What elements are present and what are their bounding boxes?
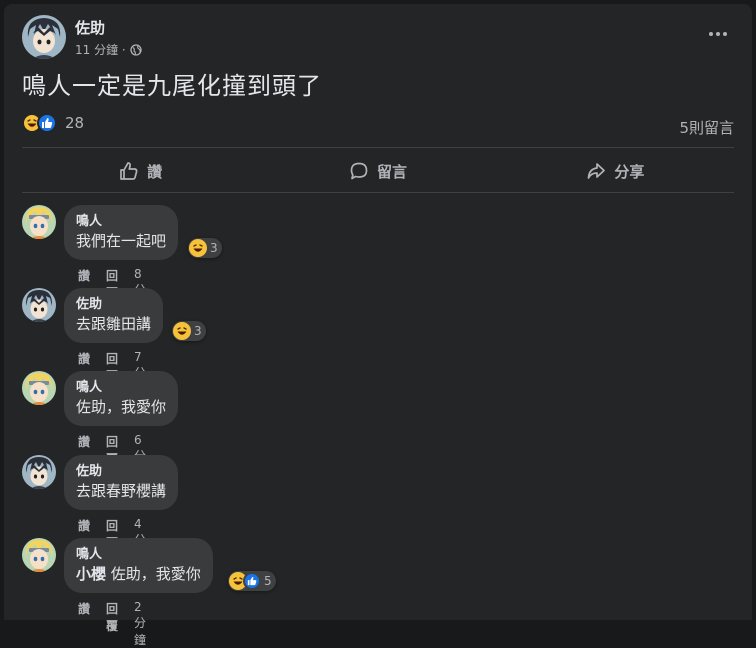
like-button[interactable]: 讚 <box>22 150 259 192</box>
comment-body: 去跟雛田講 <box>76 315 152 333</box>
commenter-avatar[interactable] <box>22 371 56 405</box>
comment-bubble: 鳴人 小櫻 佐助，我愛你 <box>64 538 213 593</box>
comment-actions: 讚回覆 2分鐘 <box>78 600 146 648</box>
comment-reactions[interactable]: 3 <box>172 321 206 341</box>
comment-time[interactable]: 2分鐘 <box>134 600 146 648</box>
author-avatar[interactable] <box>22 15 66 59</box>
commenter-avatar[interactable] <box>22 288 56 322</box>
reaction-count: 28 <box>65 114 85 132</box>
post-action-bar: 讚 留言 分享 <box>22 150 734 192</box>
commenter-name[interactable]: 佐助 <box>76 296 151 313</box>
comment-reaction-count: 3 <box>194 324 202 338</box>
comment-reactions[interactable]: 5 <box>228 571 276 591</box>
comment-button[interactable]: 留言 <box>259 150 496 192</box>
comment-reactions[interactable]: 3 <box>188 238 222 258</box>
comment-bubble: 鳴人佐助，我愛你 <box>64 371 179 426</box>
share-button[interactable]: 分享 <box>497 150 734 192</box>
like-button-label: 讚 <box>147 162 163 181</box>
comment-body: 佐助，我愛你 <box>76 398 167 416</box>
commenter-avatar[interactable] <box>22 455 56 489</box>
commenter-name[interactable]: 鳴人 <box>76 379 166 396</box>
haha-reaction-icon <box>173 322 191 340</box>
comment-body: 佐助，我愛你 <box>106 565 201 583</box>
like-reaction-icon <box>37 113 57 133</box>
comment-bubble: 佐助 去跟春野櫻講 <box>64 455 179 510</box>
comment-bubble: 佐助 去跟雛田講 <box>64 288 164 343</box>
post-time[interactable]: 11 分鐘 · <box>75 41 126 58</box>
comment-count-link[interactable]: 5則留言 <box>679 117 734 138</box>
more-options-icon[interactable] <box>706 26 730 42</box>
commenter-name[interactable]: 佐助 <box>76 463 166 480</box>
share-button-label: 分享 <box>614 162 645 181</box>
comment-text: 去跟雛田講 <box>76 313 151 335</box>
comment-text: 小櫻 佐助，我愛你 <box>76 563 201 585</box>
commenter-avatar[interactable] <box>22 205 56 239</box>
post-text: 鳴人一定是九尾化撞到頭了 <box>22 72 322 100</box>
comment-body: 我們在一起吧 <box>76 232 167 250</box>
divider <box>22 192 734 193</box>
commenter-name[interactable]: 鳴人 <box>76 546 201 563</box>
author-name[interactable]: 佐助 <box>75 17 105 38</box>
like-reaction-icon <box>243 572 261 590</box>
share-icon <box>587 163 606 179</box>
thumbs-up-icon <box>120 162 138 180</box>
comment-reply-link[interactable]: 回覆 <box>106 600 118 648</box>
comment-mention[interactable]: 小櫻 <box>76 565 106 583</box>
comment-text: 去跟春野櫻講 <box>76 480 166 502</box>
haha-reaction-icon <box>189 239 207 257</box>
post-meta: 11 分鐘 · <box>75 41 142 58</box>
divider <box>22 147 734 148</box>
post-card: 佐助 11 分鐘 · 鳴人一定是九尾化撞到頭了 28 5則留言 讚 留言 分享 <box>4 4 752 647</box>
comment-body: 去跟春野櫻講 <box>76 482 167 500</box>
reaction-summary[interactable]: 28 <box>22 113 84 133</box>
comment-button-label: 留言 <box>376 162 407 181</box>
comment-text: 佐助，我愛你 <box>76 396 166 418</box>
commenter-name[interactable]: 鳴人 <box>76 213 166 230</box>
comment-bubble: 鳴人 我們在一起吧 <box>64 205 179 260</box>
comment-reaction-count: 3 <box>210 241 218 255</box>
comment-text: 我們在一起吧 <box>76 230 166 252</box>
comment-icon <box>350 162 368 180</box>
comment-reaction-count: 5 <box>264 574 272 588</box>
commenter-avatar[interactable] <box>22 538 56 572</box>
comment-like-link[interactable]: 讚 <box>78 600 90 648</box>
globe-icon <box>130 43 142 56</box>
